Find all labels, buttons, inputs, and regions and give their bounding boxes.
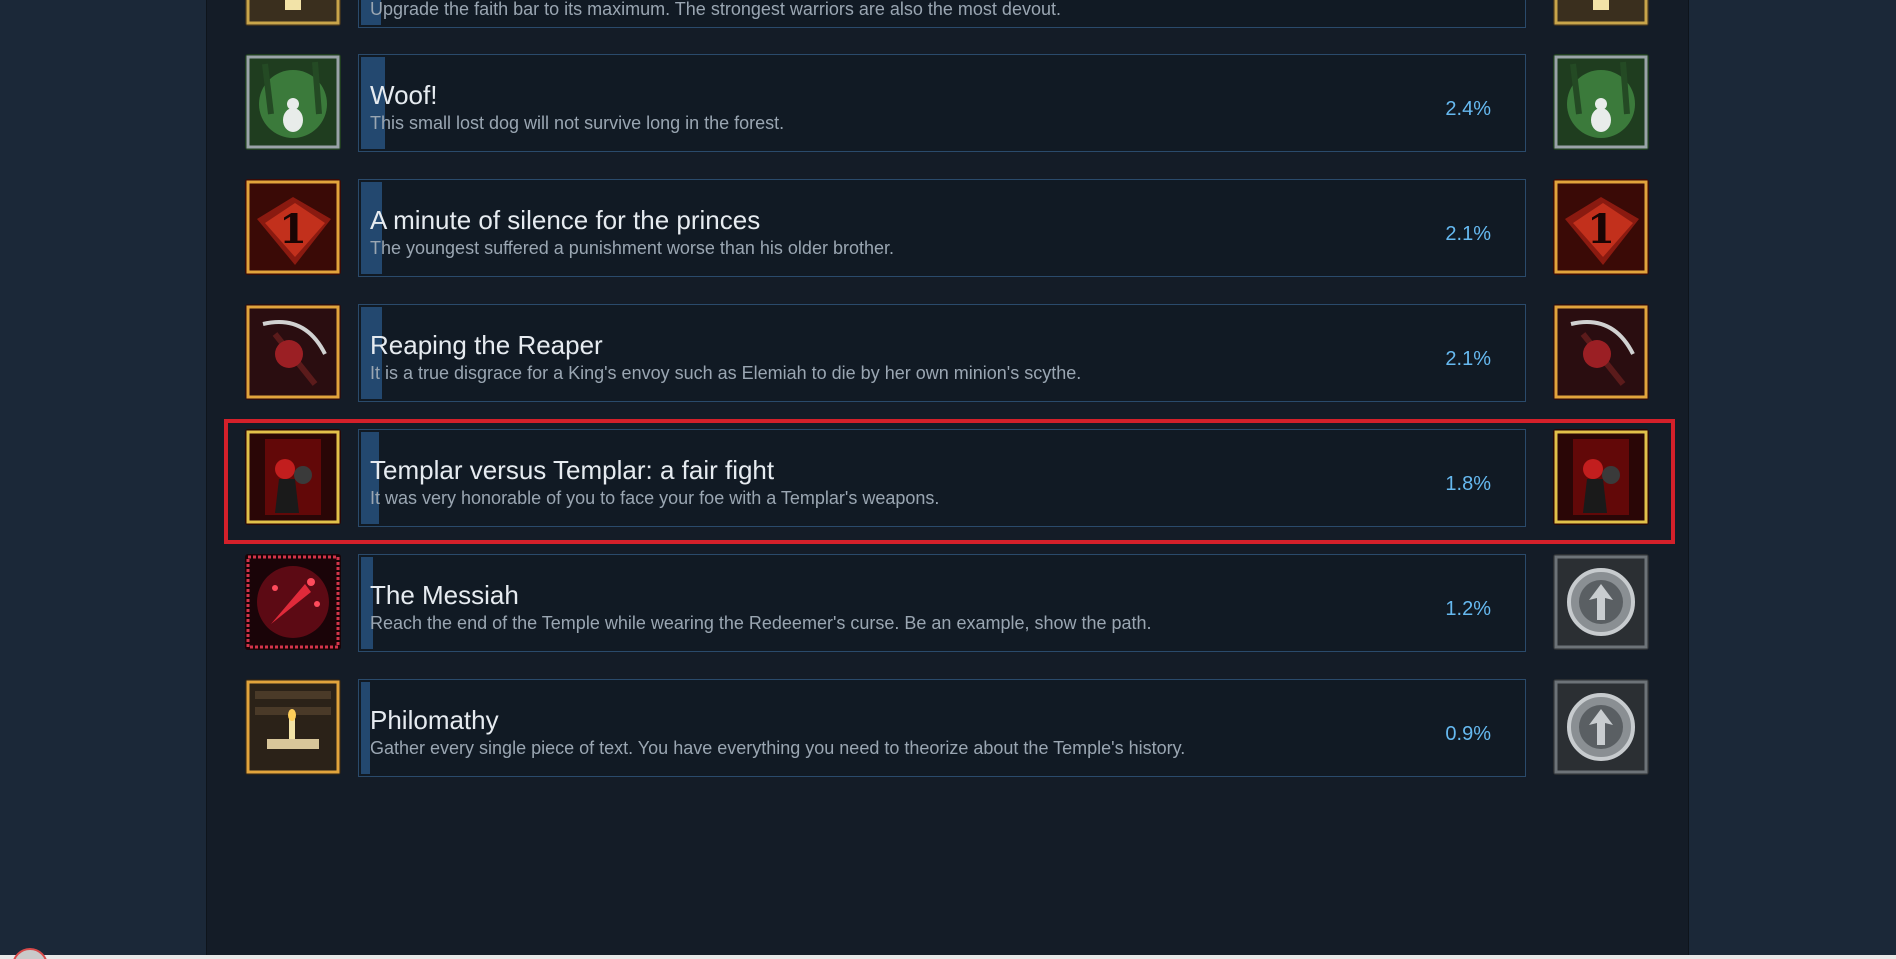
lost-dog-forest-icon xyxy=(1553,54,1649,150)
achievement-row[interactable]: Reaping the Reaper It is a true disgrace … xyxy=(245,304,1651,402)
achievement-row[interactable]: Philomathy Gather every single piece of t… xyxy=(245,679,1651,777)
reaper-scythe-icon xyxy=(1553,304,1649,400)
lost-dog-forest-icon xyxy=(245,54,341,150)
templar-duel-icon xyxy=(1553,429,1649,525)
svg-text:1: 1 xyxy=(279,206,307,253)
achievement-card: Upgrade the faith bar to its maximum. Th… xyxy=(358,0,1526,28)
svg-text:1: 1 xyxy=(1587,206,1615,253)
templar-duel-icon xyxy=(245,429,341,525)
achievement-description: This small lost dog will not survive lon… xyxy=(370,113,785,133)
achievement-description: It was very honorable of you to face you… xyxy=(370,488,940,508)
achievement-description: The youngest suffered a punishment worse… xyxy=(370,238,894,258)
unlock-percentage: 2.1% xyxy=(1445,348,1491,370)
candle-icon xyxy=(245,0,341,26)
achievement-card: The Messiah Reach the end of the Temple w… xyxy=(358,554,1526,652)
achievement-description: It is a true disgrace for a King's envoy… xyxy=(370,363,1082,383)
achievement-title: A minute of silence for the princes xyxy=(370,205,761,235)
achievement-row[interactable]: 1 A minute of silence for the princes The … xyxy=(245,179,1651,277)
page-background-left xyxy=(0,0,206,959)
achievement-row[interactable]: Woof! This small lost dog will not surviv… xyxy=(245,54,1651,152)
unlock-percentage: 1.8% xyxy=(1445,473,1491,495)
achievement-card: Woof! This small lost dog will not surviv… xyxy=(358,54,1526,152)
achievement-description: Upgrade the faith bar to its maximum. Th… xyxy=(370,0,1061,19)
taskbar-strip xyxy=(0,955,1896,959)
achievement-row[interactable]: Templar versus Templar: a fair fight It w… xyxy=(245,429,1651,527)
achievement-title: Philomathy xyxy=(370,705,499,735)
unlock-percentage: 2.4% xyxy=(1445,98,1491,120)
achievement-card: Reaping the Reaper It is a true disgrace … xyxy=(358,304,1526,402)
achievement-card: Templar versus Templar: a fair fight It w… xyxy=(358,429,1526,527)
locked-emblem-icon xyxy=(1553,554,1649,650)
achievement-card: A minute of silence for the princes The y… xyxy=(358,179,1526,277)
unlock-percentage: 0.9% xyxy=(1445,723,1491,745)
achievement-description: Reach the end of the Temple while wearin… xyxy=(370,613,1152,633)
blood-curse-icon xyxy=(245,554,341,650)
number-one-book-icon: 1 xyxy=(1553,179,1649,275)
unlock-percentage: 2.1% xyxy=(1445,223,1491,245)
progress-bar xyxy=(361,682,370,774)
achievement-row[interactable]: Upgrade the faith bar to its maximum. Th… xyxy=(245,0,1651,28)
reaper-scythe-icon xyxy=(245,304,341,400)
achievement-title: Templar versus Templar: a fair fight xyxy=(370,455,775,485)
achievement-row[interactable]: The Messiah Reach the end of the Temple w… xyxy=(245,554,1651,652)
library-candle-icon xyxy=(245,679,341,775)
number-one-book-icon: 1 xyxy=(245,179,341,275)
page-background-right xyxy=(1689,0,1896,959)
unlock-percentage: 1.2% xyxy=(1445,598,1491,620)
achievement-title: Woof! xyxy=(370,80,438,110)
locked-emblem-icon xyxy=(1553,679,1649,775)
achievement-title: Reaping the Reaper xyxy=(370,330,603,360)
achievement-title: The Messiah xyxy=(370,580,519,610)
candle-icon xyxy=(1553,0,1649,26)
achievement-description: Gather every single piece of text. You h… xyxy=(370,738,1186,758)
achievement-card: Philomathy Gather every single piece of t… xyxy=(358,679,1526,777)
